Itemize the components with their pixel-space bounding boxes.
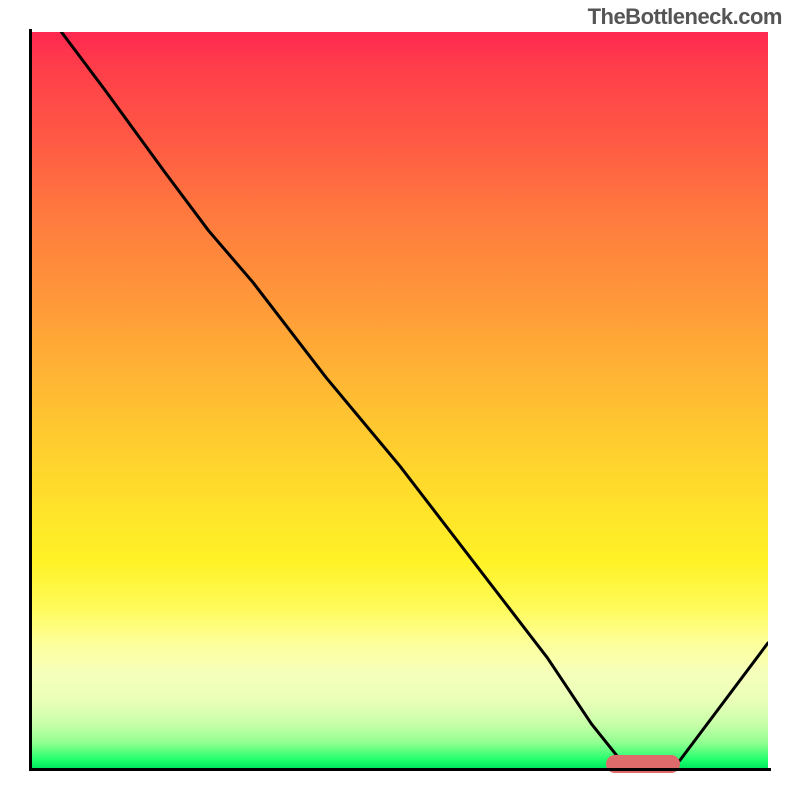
plot-area — [32, 32, 768, 768]
x-axis — [29, 768, 771, 771]
gradient-background — [32, 32, 768, 768]
y-axis — [29, 29, 32, 771]
watermark-text: TheBottleneck.com — [588, 4, 782, 30]
